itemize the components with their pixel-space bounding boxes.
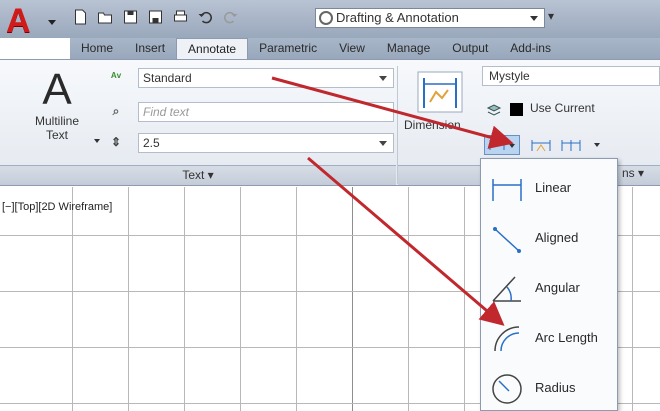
title-bar: A Drafting & Annotation ▾ bbox=[0, 0, 660, 38]
angular-dim-icon bbox=[492, 276, 521, 302]
text-style-select[interactable]: Standard bbox=[138, 68, 394, 88]
text-height-value: 2.5 bbox=[143, 136, 160, 150]
gear-icon bbox=[319, 11, 333, 25]
tab-insert[interactable]: Insert bbox=[124, 38, 176, 59]
dimension-type-dropdown: Linear Aligned Angular Arc Length Radius bbox=[480, 158, 618, 411]
undo-icon[interactable] bbox=[197, 9, 214, 25]
workspace-select[interactable]: Drafting & Annotation bbox=[315, 8, 545, 28]
arc-length-dim-icon bbox=[494, 326, 520, 352]
tab-add-ins[interactable]: Add-ins bbox=[499, 38, 562, 59]
continue-dim-icon[interactable] bbox=[560, 137, 582, 153]
grid-line bbox=[72, 187, 73, 411]
dim-option-arc-length[interactable]: Arc Length bbox=[481, 313, 619, 363]
customize-toolbar-button[interactable]: ▾ bbox=[548, 9, 562, 25]
dimension-style-select[interactable]: Mystyle bbox=[482, 66, 660, 86]
application-menu-button[interactable]: A bbox=[6, 4, 58, 38]
dim-option-aligned[interactable]: Aligned bbox=[481, 213, 619, 263]
grid-line bbox=[352, 187, 353, 411]
text-height-icon: ⇕ bbox=[110, 135, 122, 149]
grid-line bbox=[464, 187, 465, 411]
dimension-label: Dimension bbox=[404, 118, 461, 132]
dim-option-label: Aligned bbox=[535, 230, 579, 245]
dim-option-label: Arc Length bbox=[535, 330, 598, 345]
new-icon[interactable] bbox=[72, 9, 89, 25]
dim-option-label: Angular bbox=[535, 280, 580, 295]
aligned-dim-icon bbox=[493, 227, 521, 253]
color-swatch bbox=[510, 103, 523, 116]
dim-option-label: Linear bbox=[535, 180, 572, 195]
grid-line bbox=[408, 187, 409, 411]
text-style-icon: ᴬᵛ bbox=[110, 70, 122, 84]
text-height-select[interactable]: 2.5 bbox=[138, 133, 394, 153]
open-icon[interactable] bbox=[97, 9, 114, 25]
tab-output[interactable]: Output bbox=[441, 38, 499, 59]
find-icon: ⌕ bbox=[112, 104, 120, 118]
linear-dim-icon bbox=[489, 140, 505, 150]
dim-option-angular[interactable]: Angular bbox=[481, 263, 619, 313]
tab-parametric[interactable]: Parametric bbox=[248, 38, 328, 59]
radius-dim-icon bbox=[492, 374, 522, 404]
chevron-down-icon bbox=[509, 144, 515, 148]
chevron-down-icon bbox=[530, 16, 538, 21]
chevron-down-icon bbox=[94, 139, 100, 143]
tab-manage[interactable]: Manage bbox=[376, 38, 441, 59]
tab-view[interactable]: View bbox=[328, 38, 376, 59]
chevron-down-icon bbox=[379, 76, 387, 81]
viewport-label[interactable]: [−][Top][2D Wireframe] bbox=[2, 201, 112, 213]
chevron-down-icon bbox=[379, 141, 387, 146]
save-as-icon[interactable] bbox=[147, 9, 164, 25]
save-icon[interactable] bbox=[122, 9, 139, 25]
text-panel-title[interactable]: Text ▾ bbox=[0, 165, 396, 185]
text-style-value: Standard bbox=[143, 71, 192, 85]
layer-value: Use Current bbox=[530, 101, 595, 115]
quick-access-toolbar bbox=[72, 6, 239, 28]
grid-line bbox=[240, 187, 241, 411]
grid-line bbox=[296, 187, 297, 411]
multiline-label-2: Text bbox=[45, 128, 68, 142]
plot-icon[interactable] bbox=[172, 9, 189, 25]
grid-line bbox=[128, 187, 129, 411]
layer-icon bbox=[486, 104, 502, 116]
grid-line bbox=[184, 187, 185, 411]
find-text-input[interactable]: Find text bbox=[138, 102, 394, 122]
dim-option-label: Radius bbox=[535, 380, 576, 395]
tab-annotate[interactable]: Annotate bbox=[176, 38, 249, 59]
redo-icon[interactable] bbox=[222, 9, 239, 25]
linear-dim-split-button[interactable] bbox=[484, 135, 520, 155]
dimensions-panel-title-text: ns ▾ bbox=[622, 166, 645, 180]
ribbon-tabs: Home Insert Annotate Parametric View Man… bbox=[70, 38, 660, 59]
dimension-icon[interactable] bbox=[416, 70, 464, 114]
dim-option-linear[interactable]: Linear bbox=[481, 163, 619, 213]
quick-dim-icon[interactable] bbox=[530, 137, 552, 153]
text-a-icon: A bbox=[42, 65, 72, 114]
grid-line bbox=[632, 187, 633, 411]
autocad-logo-icon: A bbox=[6, 2, 31, 40]
chevron-down-icon[interactable] bbox=[594, 143, 600, 147]
find-placeholder: Find text bbox=[143, 105, 190, 119]
tab-home[interactable]: Home bbox=[70, 38, 124, 59]
linear-dim-icon bbox=[492, 179, 522, 201]
chevron-down-icon bbox=[48, 20, 56, 25]
workspace-value: Drafting & Annotation bbox=[336, 10, 459, 25]
dim-option-radius[interactable]: Radius bbox=[481, 363, 619, 411]
multiline-text-button[interactable]: A Multiline Text bbox=[22, 65, 100, 161]
multiline-label-1: Multiline bbox=[34, 114, 79, 128]
